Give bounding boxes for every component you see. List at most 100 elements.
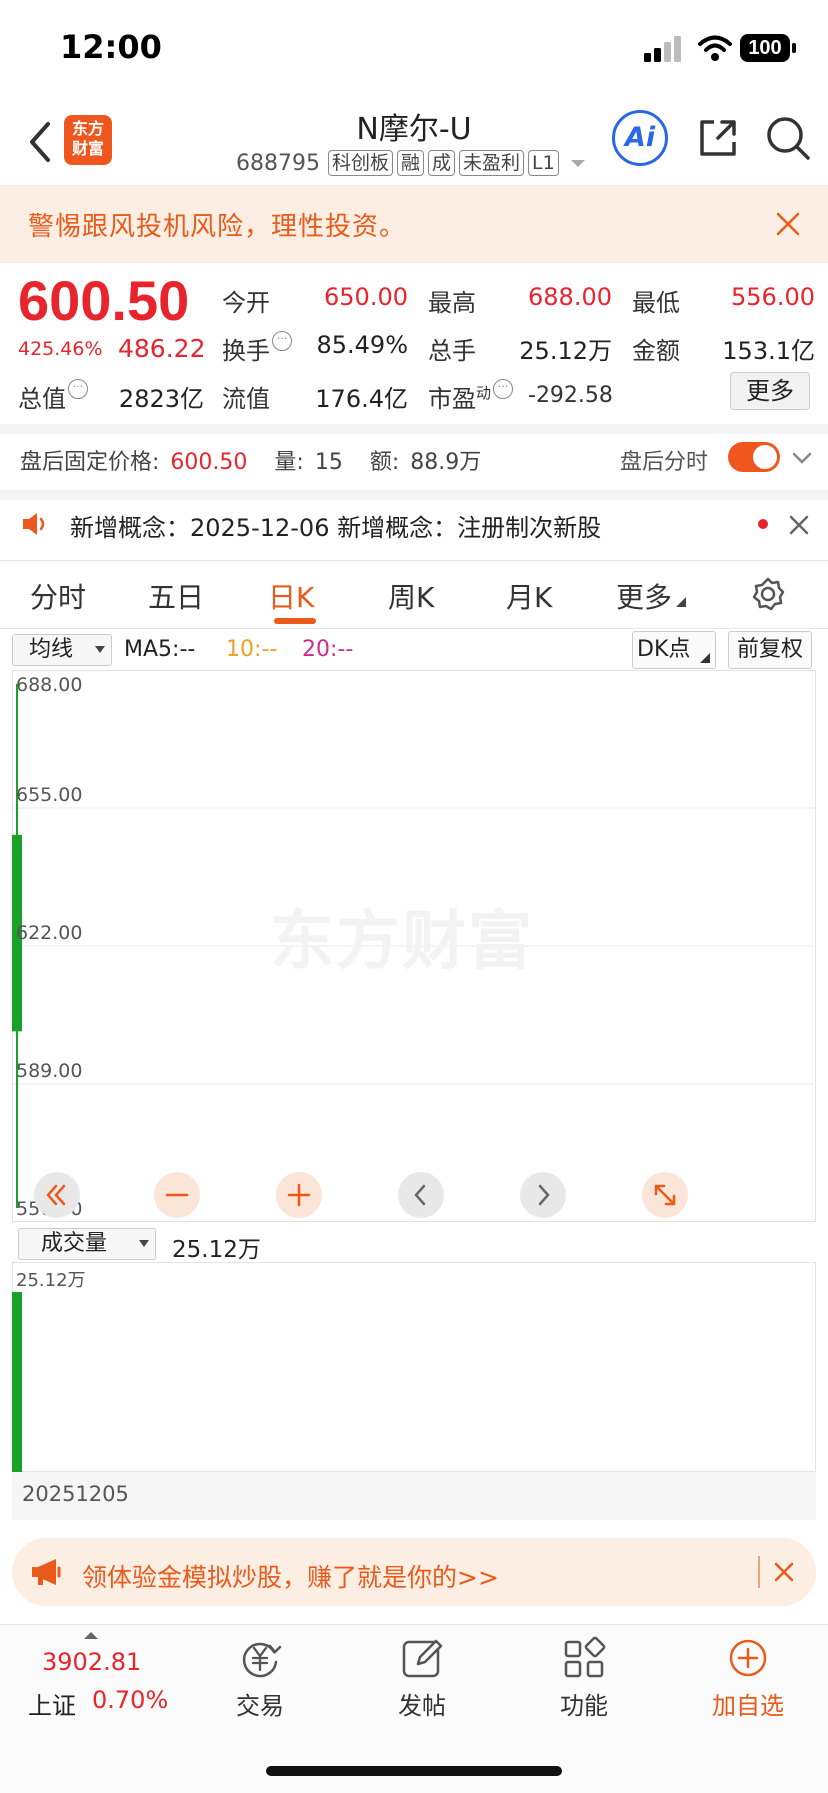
stock-code-row: 688795 科创板 融 成 未盈利 L1 [236,150,587,176]
stock-code: 688795 [236,150,320,176]
active-tab-indicator [274,618,316,624]
volume-label: 总手 [428,337,476,365]
float-cap-value: 176.4亿 [315,385,408,413]
gear-icon[interactable] [750,576,786,612]
speaker-icon [23,513,45,535]
change-percent: 425.46% [18,338,103,360]
last-price: 600.50 [18,269,190,332]
volume-indicator-select[interactable]: 成交量 [18,1228,156,1260]
search-icon[interactable] [764,114,812,162]
high-label: 最高 [428,289,476,317]
amount-value: 153.1亿 [722,337,815,365]
info-icon: ··· [272,331,292,351]
zoom-out-icon[interactable] [154,1172,200,1218]
nav-post[interactable]: 发帖 [372,1686,472,1721]
dk-point-button[interactable]: DK点 [632,631,716,669]
volume-bar [12,1292,22,1472]
apps-icon[interactable] [562,1636,606,1680]
divider [0,424,828,434]
info-icon: ··· [68,379,88,399]
volume-chart[interactable] [12,1262,816,1472]
low-value: 556.00 [731,283,815,311]
tab-more[interactable]: 更多 [616,576,687,616]
scroll-left-icon[interactable] [398,1172,444,1218]
risk-warning-text: 警惕跟风投机风险，理性投资。 [28,212,407,242]
chevron-down-icon[interactable] [790,446,814,470]
index-value[interactable]: 3902.81 [42,1648,141,1676]
y-tick-label: 589.00 [16,1060,83,1082]
close-icon[interactable] [772,208,804,240]
market-cap-label: 总值 ··· [18,379,88,414]
tag-level1: L1 [528,150,559,176]
concept-notice-text[interactable]: 新增概念：2025-12-06 新增概念：注册制次新股 [70,508,601,543]
tab-monthly-k[interactable]: 月K [506,576,552,616]
volume-value: 25.12万 [519,337,612,365]
promo-text[interactable]: 领体验金模拟炒股，赚了就是你的>> [82,1558,499,1594]
signal-icon [644,36,681,62]
index-change[interactable]: 0.70% [92,1686,168,1714]
add-circle-icon[interactable] [726,1636,770,1680]
info-icon: ··· [493,379,514,399]
market-cap-value: 2823亿 [118,385,204,413]
turnover-value: 85.49% [316,331,408,359]
ma20-value: 20:-- [302,637,354,662]
forward-adjust-button[interactable]: 前复权 [728,631,812,669]
after-hours-amount: 88.9万 [410,450,482,475]
wifi-icon [698,35,732,61]
tab-daily-k[interactable]: 日K [268,576,314,616]
indicator-select[interactable]: 均线 [12,634,112,666]
fullscreen-icon[interactable] [642,1172,688,1218]
tab-weekly-k[interactable]: 周K [388,576,434,616]
open-label: 今开 [222,289,270,317]
scroll-left-end-icon[interactable] [34,1172,80,1218]
unread-dot [758,519,768,529]
close-icon[interactable] [786,512,812,538]
zoom-in-icon[interactable] [276,1172,322,1218]
volume-y-label: 25.12万 [16,1270,86,1291]
ai-button[interactable]: Ai [612,110,668,166]
trade-icon[interactable] [238,1636,282,1680]
high-value: 688.00 [528,283,612,311]
after-hours-intraday-label: 盘后分时 [620,450,709,475]
megaphone-icon [32,1559,61,1585]
date-label: 20251205 [22,1482,129,1506]
divider [0,490,828,500]
expand-up-icon[interactable] [84,1632,98,1639]
close-icon[interactable] [772,1560,796,1584]
tab-five-day[interactable]: 五日 [148,576,204,616]
share-icon[interactable] [696,116,740,160]
more-button[interactable]: 更多 [730,372,810,410]
tag-star-market: 科创板 [327,150,393,176]
nav-trade[interactable]: 交易 [210,1686,310,1721]
after-hours-toggle[interactable] [728,442,780,472]
ma5-value: MA5:-- [124,637,196,662]
divider [0,628,828,629]
change-amount: 486.22 [118,334,206,363]
promo-separator [758,1556,760,1588]
pe-value: -292.58 [528,383,613,408]
after-hours-price: 600.50 [170,450,248,475]
index-name[interactable]: 上证 [28,1686,76,1721]
nav-add-watchlist[interactable]: 加自选 [698,1686,798,1721]
tag-margin: 融 [397,150,425,176]
after-hours-row: 盘后固定价格: 600.50 量: 15 额: 88.9万 [20,450,482,475]
y-tick-label: 622.00 [16,922,83,944]
y-tick-label: 655.00 [16,784,83,806]
dropdown-icon [570,160,585,167]
watermark: 东方财富 [270,905,534,979]
tab-intraday[interactable]: 分时 [30,576,86,616]
scroll-right-icon[interactable] [520,1172,566,1218]
turnover-label: 换手 ··· [222,331,292,366]
divider [0,560,828,561]
float-cap-label: 流值 [222,385,270,413]
date-axis [12,1472,816,1520]
tag-unprofitable: 未盈利 [459,150,525,176]
amount-label: 金额 [632,337,680,365]
compose-icon[interactable] [400,1636,444,1680]
home-indicator[interactable] [266,1766,562,1776]
open-value: 650.00 [324,283,408,311]
volume-indicator-value: 25.12万 [172,1237,261,1263]
tag-component: 成 [428,150,456,176]
nav-functions[interactable]: 功能 [534,1686,634,1721]
battery-tip [792,43,796,53]
